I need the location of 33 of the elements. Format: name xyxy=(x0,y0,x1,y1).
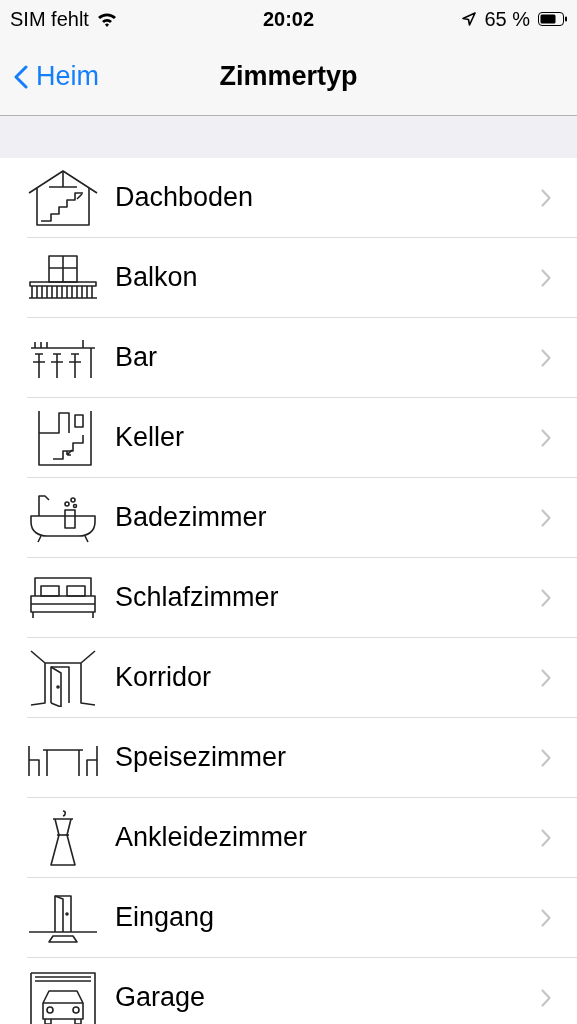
room-type-row[interactable]: Garage xyxy=(27,958,577,1024)
house-stairs-icon xyxy=(27,168,99,227)
chevron-icon xyxy=(541,988,551,1007)
room-type-row[interactable]: Korridor xyxy=(27,638,577,718)
chevron-icon xyxy=(541,668,551,687)
room-type-row[interactable]: Keller xyxy=(27,398,577,478)
chevron-icon xyxy=(541,748,551,767)
room-type-row[interactable]: Bar xyxy=(27,318,577,398)
battery-icon xyxy=(538,12,567,26)
chevron-icon xyxy=(541,908,551,927)
chevron-icon xyxy=(541,508,551,527)
chevron-icon xyxy=(541,588,551,607)
chevron-icon xyxy=(541,828,551,847)
chevron-icon xyxy=(541,348,551,367)
wifi-icon xyxy=(96,11,117,27)
back-chevron-icon xyxy=(14,64,28,89)
carrier-name: SIM fehlt xyxy=(10,7,89,31)
chevron-icon xyxy=(541,268,551,287)
clock-time: 20:02 xyxy=(262,7,315,31)
battery-percentage: 65 % xyxy=(484,7,530,31)
balcony-icon xyxy=(27,253,99,302)
room-type-row[interactable]: Speisezimmer xyxy=(27,718,577,798)
chevron-icon xyxy=(541,188,551,207)
room-type-row[interactable]: Schlafzimmer xyxy=(27,558,577,638)
chevron-icon xyxy=(541,428,551,447)
room-type-row[interactable]: Badezimmer xyxy=(27,478,577,558)
location-arrow-icon xyxy=(462,12,477,26)
room-type-row[interactable]: Ankleidezimmer xyxy=(27,798,577,878)
room-type-row[interactable]: Eingang xyxy=(27,878,577,958)
screen-title: Zimmertyp xyxy=(219,61,358,92)
room-type-row[interactable]: Dachboden xyxy=(27,158,577,238)
back-button[interactable]: Heim xyxy=(0,61,99,92)
room-type-row[interactable]: Balkon xyxy=(27,238,577,318)
